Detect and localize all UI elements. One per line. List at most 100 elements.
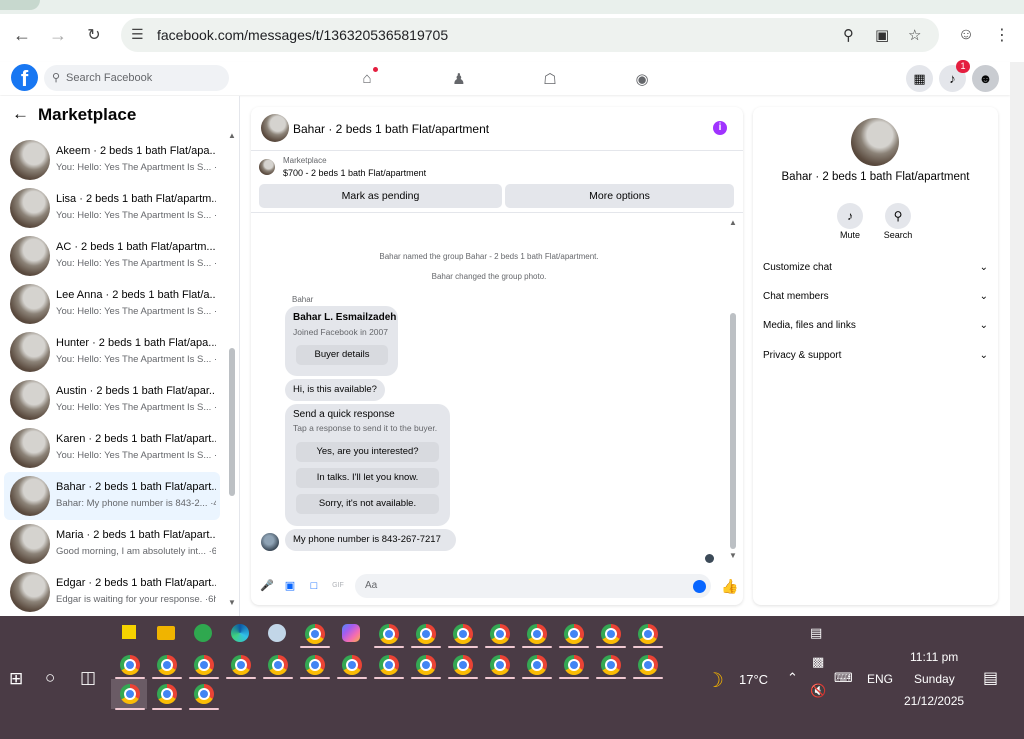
home-icon[interactable]: ⌂ (357, 70, 377, 88)
emoji-icon[interactable] (693, 580, 706, 593)
chrome-icon[interactable] (490, 624, 510, 644)
network-icon[interactable]: ▤ (810, 625, 822, 641)
cortana-search-icon[interactable]: ○ (45, 668, 55, 688)
sticker-icon[interactable]: □ (308, 580, 320, 592)
forward-icon[interactable]: → (47, 24, 69, 46)
keyboard-icon[interactable]: ⌨ (834, 670, 853, 686)
scrollbar-thumb[interactable] (229, 348, 235, 496)
chrome-icon[interactable] (268, 655, 288, 675)
chrome-icon[interactable] (157, 684, 177, 704)
chrome-icon[interactable] (305, 655, 325, 675)
chrome-icon[interactable] (601, 655, 621, 675)
privacy-support-section[interactable]: Privacy & support ⌄ (763, 350, 988, 361)
chrome-icon[interactable] (564, 624, 584, 644)
edge-icon[interactable] (231, 624, 249, 642)
conversation-item[interactable]: Hunter · 2 beds 1 bath Flat/apa... You: H… (4, 328, 220, 376)
conversation-item[interactable]: Karen · 2 beds 1 bath Flat/apart... You: … (4, 424, 220, 472)
friends-icon[interactable]: ♟ (449, 70, 469, 88)
buyer-details-button[interactable]: Buyer details (296, 345, 388, 365)
account-avatar[interactable]: ☻ (972, 65, 999, 92)
chrome-icon[interactable] (120, 655, 140, 675)
menu-grid-icon[interactable]: ▦ (906, 65, 933, 92)
chrome-icon[interactable] (379, 655, 399, 675)
mark-pending-button[interactable]: Mark as pending (259, 184, 502, 208)
conversation-item[interactable]: Lisa · 2 beds 1 bath Flat/apartm... You: … (4, 184, 220, 232)
mute-bell-icon[interactable]: ♪ (837, 203, 863, 229)
chrome-icon[interactable] (527, 624, 547, 644)
chrome-icon[interactable] (120, 684, 140, 704)
scroll-down-icon[interactable]: ▼ (729, 551, 737, 560)
device-icon[interactable]: ▩ (812, 654, 824, 670)
chat-members-section[interactable]: Chat members ⌄ (763, 291, 988, 302)
notification-center-icon[interactable]: ▤ (983, 668, 998, 688)
facebook-search-input[interactable]: ⚲ Search Facebook (44, 65, 229, 91)
conversation-item[interactable]: Akeem · 2 beds 1 bath Flat/apa... You: He… (4, 136, 220, 184)
back-arrow-icon[interactable]: ← (12, 104, 29, 124)
attach-photo-icon[interactable]: ▣ (284, 580, 296, 592)
weather-temp[interactable]: 17°C (739, 672, 768, 687)
quick-reply-yes-button[interactable]: Yes, are you interested? (296, 442, 439, 462)
kebab-menu-icon[interactable]: ⋮ (991, 24, 1013, 46)
volume-muted-icon[interactable]: 🔇 (810, 683, 826, 699)
weather-moon-icon[interactable]: ☽ (706, 668, 724, 693)
windows-start-icon[interactable]: ⊞ (9, 669, 23, 689)
chrome-icon[interactable] (194, 684, 214, 704)
paint-icon[interactable] (268, 624, 286, 642)
file-explorer-icon[interactable] (157, 626, 175, 640)
gif-icon[interactable]: GIF (332, 580, 344, 592)
chrome-icon[interactable] (416, 624, 436, 644)
chrome-icon[interactable] (638, 655, 658, 675)
groups-icon[interactable]: ◉ (632, 70, 652, 88)
chat-title[interactable]: Bahar · 2 beds 1 bath Flat/apartment (293, 122, 489, 136)
scroll-up-icon[interactable]: ▲ (228, 131, 236, 140)
zoom-icon[interactable]: ⚲ (843, 26, 854, 44)
scroll-down-icon[interactable]: ▼ (228, 598, 236, 607)
chrome-icon[interactable] (231, 655, 251, 675)
copilot-icon[interactable] (342, 624, 360, 642)
quick-reply-sorry-button[interactable]: Sorry, it's not available. (296, 494, 439, 514)
scroll-up-icon[interactable]: ▲ (729, 218, 737, 227)
active-tab[interactable] (0, 0, 40, 10)
site-info-icon[interactable]: ☰ (131, 26, 144, 43)
search-icon[interactable]: ⚲ (885, 203, 911, 229)
chrome-icon[interactable] (305, 624, 325, 644)
tray-chevron-up-icon[interactable]: ⌃ (787, 670, 798, 686)
conversation-item-active[interactable]: Bahar · 2 beds 1 bath Flat/apart... Bahar… (4, 472, 220, 520)
customize-chat-section[interactable]: Customize chat ⌄ (763, 262, 988, 273)
chrome-icon[interactable] (194, 655, 214, 675)
marketplace-icon[interactable]: ☖ (540, 70, 560, 88)
chrome-icon[interactable] (416, 655, 436, 675)
more-options-button[interactable]: More options (505, 184, 734, 208)
quick-reply-talks-button[interactable]: In talks. I'll let you know. (296, 468, 439, 488)
install-app-icon[interactable]: ▣ (875, 26, 889, 44)
chrome-icon[interactable] (564, 655, 584, 675)
url-text[interactable]: facebook.com/messages/t/1363205365819705 (157, 27, 448, 43)
task-view-icon[interactable]: ◫ (80, 668, 96, 688)
chrome-icon[interactable] (342, 655, 362, 675)
profile-icon[interactable]: ☺ (955, 24, 977, 46)
chrome-icon[interactable] (638, 624, 658, 644)
thumbs-up-icon[interactable]: 👍 (721, 578, 738, 595)
language-indicator[interactable]: ENG (867, 672, 893, 686)
clock-time[interactable]: 11:11 pm (910, 650, 958, 664)
listing-thumbnail[interactable] (259, 159, 275, 175)
chrome-icon[interactable] (490, 655, 510, 675)
chrome-icon[interactable] (453, 624, 473, 644)
clock-date[interactable]: 21/12/2025 (904, 694, 964, 708)
conversation-item[interactable]: Austin · 2 beds 1 bath Flat/apar... You: … (4, 376, 220, 424)
message-input[interactable]: Aa (355, 574, 711, 598)
info-icon[interactable]: i (713, 121, 727, 135)
conversation-item[interactable]: AC · 2 beds 1 bath Flat/apartm... You: He… (4, 232, 220, 280)
chat-avatar[interactable] (261, 114, 289, 142)
microphone-icon[interactable]: 🎤 (260, 580, 274, 592)
chrome-icon[interactable] (379, 624, 399, 644)
scrollbar-thumb[interactable] (730, 313, 736, 549)
page-scrollbar[interactable] (1010, 62, 1024, 616)
sticky-notes-icon[interactable] (122, 625, 136, 639)
listing-title[interactable]: $700 - 2 beds 1 bath Flat/apartment (283, 168, 426, 178)
clock-day[interactable]: Sunday (914, 672, 955, 686)
conversation-item[interactable]: Edgar · 2 beds 1 bath Flat/apart... Edgar… (4, 568, 220, 616)
back-icon[interactable]: ← (11, 24, 33, 46)
sidebar-scrollbar[interactable]: ▲ ▼ (228, 131, 236, 608)
conversation-item[interactable]: Lee Anna · 2 beds 1 bath Flat/a... You: H… (4, 280, 220, 328)
